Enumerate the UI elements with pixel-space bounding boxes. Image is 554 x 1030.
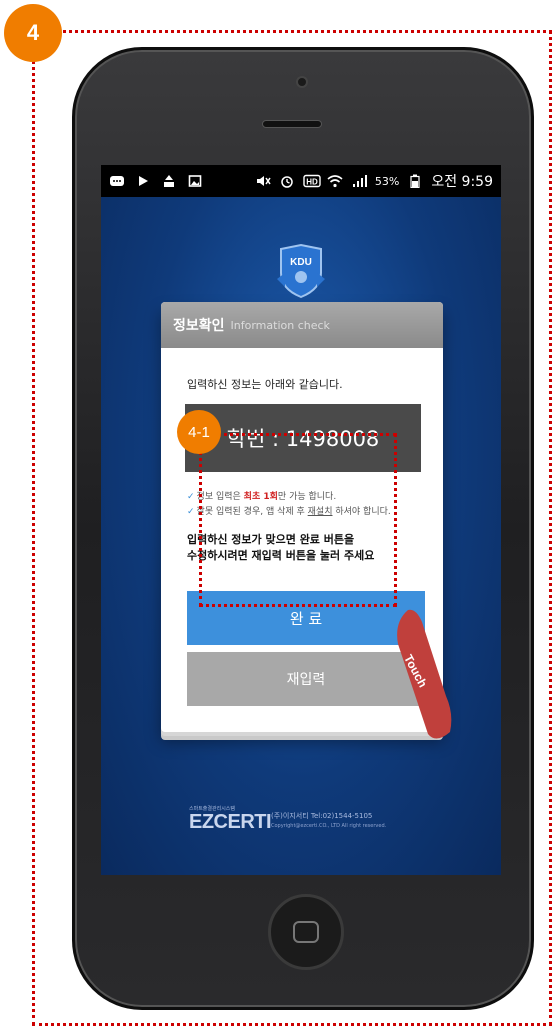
front-camera [296,76,308,88]
status-bar: HD 53% 오전 9:59 [101,165,501,197]
shield-icon [277,243,325,299]
battery-icon [407,174,423,189]
play-icon [135,174,151,188]
sub-step-badge: 4-1 [177,410,221,454]
wifi-icon [327,174,343,188]
check-icon: ✓ [187,507,195,517]
tutorial-page: 4 HD 53% 오전 9:59 KDU 정보확인 Information ch… [0,0,554,1030]
logo-text: KDU [290,257,312,268]
dialog-subtitle: Information check [230,318,330,332]
check-icon: ✓ [187,492,195,502]
dialog-title: 정보확인 [173,318,225,334]
footer-copyright: Copyright@ezcerti.CO., LTD All right res… [271,823,387,829]
lead-text: 입력하신 정보는 아래와 같습니다. [187,378,343,391]
footer-company: (주)이지서티 Tel:02)1544-5105 [271,812,373,820]
signal-icon [351,174,367,188]
hd-icon: HD [303,174,321,188]
upload-icon [161,174,177,188]
battery-level: 53% [374,174,400,188]
image-icon [187,174,203,188]
svg-text:HD: HD [306,178,318,187]
sub-step-outline [199,433,397,607]
home-button[interactable] [268,894,344,970]
message-icon [109,174,125,188]
status-time: 오전 9:59 [431,174,493,190]
mute-icon [255,174,271,188]
dialog-header: 정보확인 Information check [161,302,443,348]
university-logo: KDU [277,243,325,299]
footer-brand: EZCERTI [189,811,272,833]
earpiece-speaker [262,120,322,128]
home-square-icon [293,921,319,943]
alarm-icon [279,174,295,188]
step-badge: 4 [4,4,62,62]
